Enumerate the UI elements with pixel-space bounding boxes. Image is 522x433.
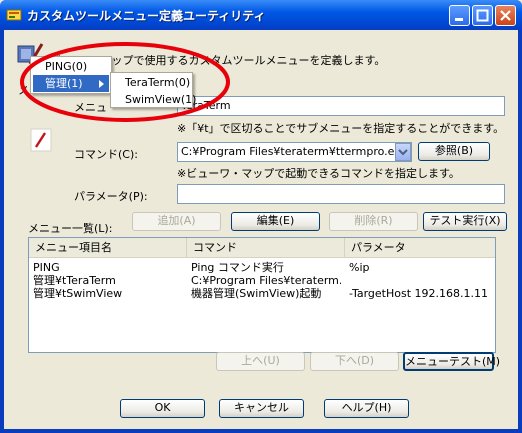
minimize-icon	[455, 18, 463, 21]
intro-text: ー マップで使用するカスタムツールメニューを定義します。	[86, 54, 386, 67]
cell-command: C:¥Program Files¥teraterm...	[191, 274, 341, 287]
minimize-button[interactable]	[449, 5, 470, 26]
parameter-field[interactable]	[177, 184, 505, 204]
move-up-button[interactable]: 上へ(U)	[216, 352, 305, 371]
group-label-fragment: メ	[18, 84, 29, 97]
parameter-label: パラメータ(P):	[74, 190, 148, 203]
table-row[interactable]: PING Ping コマンド実行 %ip	[29, 261, 495, 274]
browse-button[interactable]: 参照(B)	[418, 142, 490, 161]
move-down-button[interactable]: 下へ(D)	[310, 352, 399, 371]
menu-test-button[interactable]: メニューテスト(M)	[403, 352, 500, 371]
add-button[interactable]: 追加(A)	[132, 212, 221, 231]
window-title: カスタムツールメニュー定義ユーティリティ	[27, 9, 266, 23]
ok-button[interactable]: OK	[120, 399, 205, 418]
help-button[interactable]: ヘルプ(H)	[324, 399, 409, 418]
table-row[interactable]: 管理¥tSwimView 機器管理(SwimView)起動 -TargetHos…	[29, 287, 495, 300]
close-button[interactable]	[495, 5, 516, 26]
cell-name: 管理¥tSwimView	[33, 287, 123, 300]
cell-command: Ping コマンド実行	[191, 261, 284, 274]
menu-name-hint: ※「¥t」で区切ることでサブメニューを指定することができます。	[177, 122, 505, 135]
column-header-parameter[interactable]: パラメータ	[345, 238, 495, 258]
list-header: メニュー項目名 コマンド パラメータ	[29, 238, 495, 258]
column-header-command[interactable]: コマンド	[187, 238, 345, 258]
table-row[interactable]: 管理¥tTeraTerm C:¥Program Files¥teraterm..…	[29, 274, 495, 287]
maximize-button[interactable]	[472, 5, 493, 26]
command-dropdown-button[interactable]	[395, 143, 411, 161]
context-menu: PING(0) 管理(1)	[30, 56, 112, 94]
submenu-arrow-icon	[99, 80, 104, 88]
menu-name-field[interactable]: TeraTerm	[177, 96, 505, 116]
command-value: C:¥Program Files¥teraterm¥ttermpro.exe	[181, 145, 408, 158]
maximize-icon	[476, 9, 489, 22]
submenu: TeraTerm(0) SwimView(1)	[110, 72, 196, 108]
app-icon	[6, 9, 22, 21]
delete-button[interactable]: 削除(R)	[329, 212, 418, 231]
dialog-window: カスタムツールメニュー定義ユーティリティ ビ ー マップで使用するカスタムツール…	[0, 0, 522, 433]
cell-name: 管理¥tTeraTerm	[33, 274, 116, 287]
title-bar[interactable]: カスタムツールメニュー定義ユーティリティ	[0, 0, 522, 30]
menu-list-view[interactable]: メニュー項目名 コマンド パラメータ PING Ping コマンド実行 %ip …	[28, 237, 496, 353]
cell-command: 機器管理(SwimView)起動	[191, 287, 322, 300]
menu-list-label: メニュー一覧(L):	[28, 222, 113, 235]
column-header-name[interactable]: メニュー項目名	[29, 238, 187, 258]
cancel-button[interactable]: キャンセル	[219, 399, 304, 418]
menu-item-ping[interactable]: PING(0)	[33, 58, 109, 75]
menu-name-label: メニュ	[74, 101, 107, 114]
command-label: コマンド(C):	[74, 148, 138, 161]
submenu-item-teraterm[interactable]: TeraTerm(0)	[113, 74, 190, 91]
test-run-button[interactable]: テスト実行(X)	[423, 212, 507, 231]
close-icon	[500, 10, 511, 21]
cell-param: -TargetHost 192.168.1.11	[349, 287, 489, 300]
command-combobox[interactable]: C:¥Program Files¥teraterm¥ttermpro.exe	[177, 142, 412, 162]
menu-item-kanri-label: 管理(1)	[45, 77, 83, 90]
submenu-item-swimview[interactable]: SwimView(1)	[113, 91, 196, 108]
chevron-down-icon	[398, 149, 408, 156]
cell-name: PING	[33, 261, 60, 274]
edit-button[interactable]: 編集(E)	[231, 212, 320, 231]
menu-item-kanri[interactable]: 管理(1)	[33, 75, 109, 92]
command-hint: ※ビューワ・マップで起動できるコマンドを指定します。	[177, 167, 460, 180]
cell-param: %ip	[349, 261, 370, 274]
pencil-icon	[30, 128, 52, 152]
